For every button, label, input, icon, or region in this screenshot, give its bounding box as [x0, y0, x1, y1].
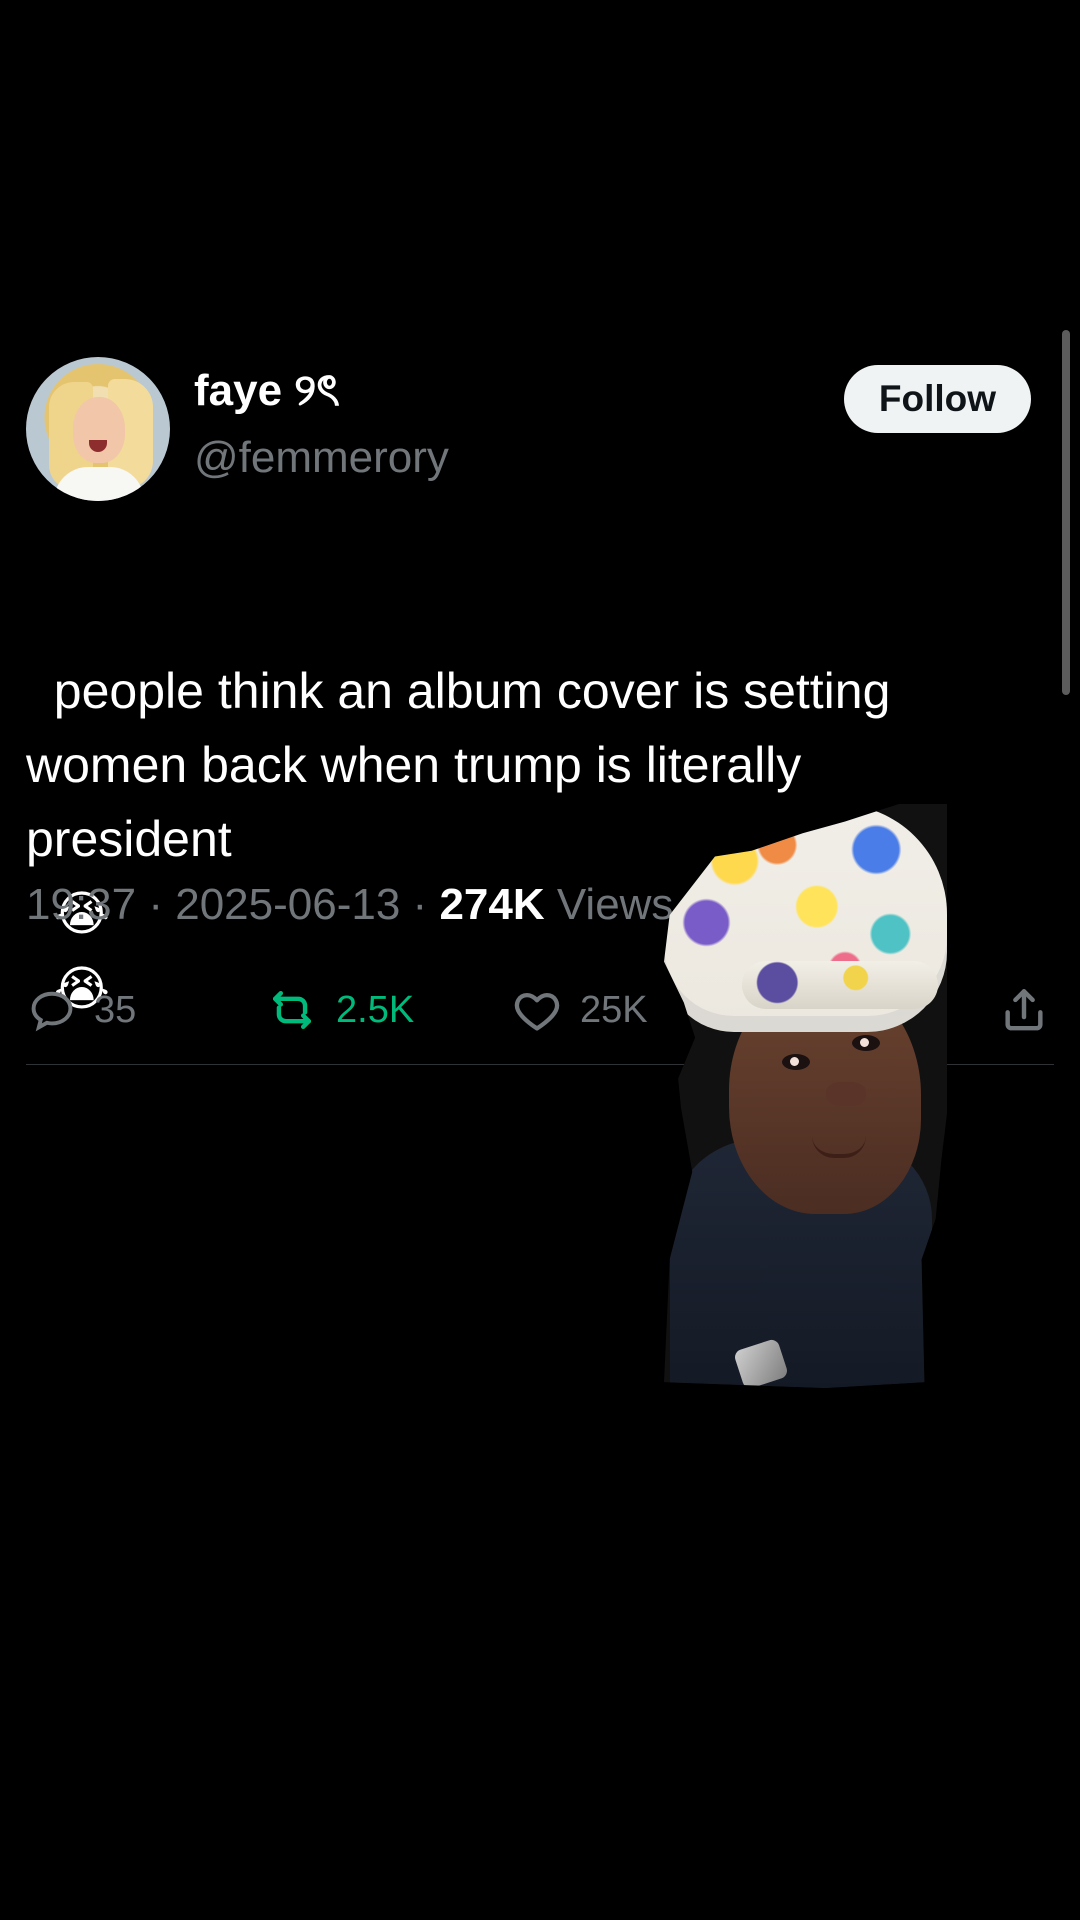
- heart-icon: [510, 983, 564, 1037]
- avatar[interactable]: [26, 357, 170, 501]
- follow-button[interactable]: Follow: [844, 365, 1031, 433]
- reply-button[interactable]: 35: [26, 980, 136, 1040]
- reply-icon: [26, 984, 78, 1036]
- avatar-face: [73, 397, 125, 463]
- retweet-icon: [264, 982, 320, 1038]
- post-date: 2025-06-13: [175, 880, 401, 929]
- scrollbar[interactable]: [1062, 330, 1070, 695]
- meta-separator-1: ·: [148, 880, 176, 929]
- share-button[interactable]: [996, 980, 1052, 1040]
- retweet-count: 2.5K: [336, 988, 415, 1031]
- reply-count: 35: [94, 988, 137, 1031]
- bonnet-band: [742, 961, 938, 1009]
- post-meta: 19:37 · 2025-06-13 · 274K Views: [26, 880, 673, 930]
- user-handle[interactable]: @femmerory: [194, 436, 449, 480]
- photo-cutout: [664, 804, 947, 1388]
- meta-separator-2: ·: [412, 880, 440, 929]
- display-name[interactable]: faye ୨ৎ: [194, 369, 340, 413]
- eye-right: [852, 1035, 880, 1051]
- nose: [826, 1082, 866, 1106]
- retweet-button[interactable]: 2.5K: [264, 980, 414, 1040]
- eye-left: [782, 1054, 810, 1070]
- share-icon: [996, 982, 1052, 1038]
- views-label: Views: [556, 880, 674, 929]
- post-time: 19:37: [26, 880, 137, 929]
- views-count: 274K: [439, 880, 545, 929]
- like-button[interactable]: 25K: [510, 980, 648, 1040]
- overlay-photo: [664, 804, 947, 1388]
- like-count: 25K: [580, 988, 648, 1031]
